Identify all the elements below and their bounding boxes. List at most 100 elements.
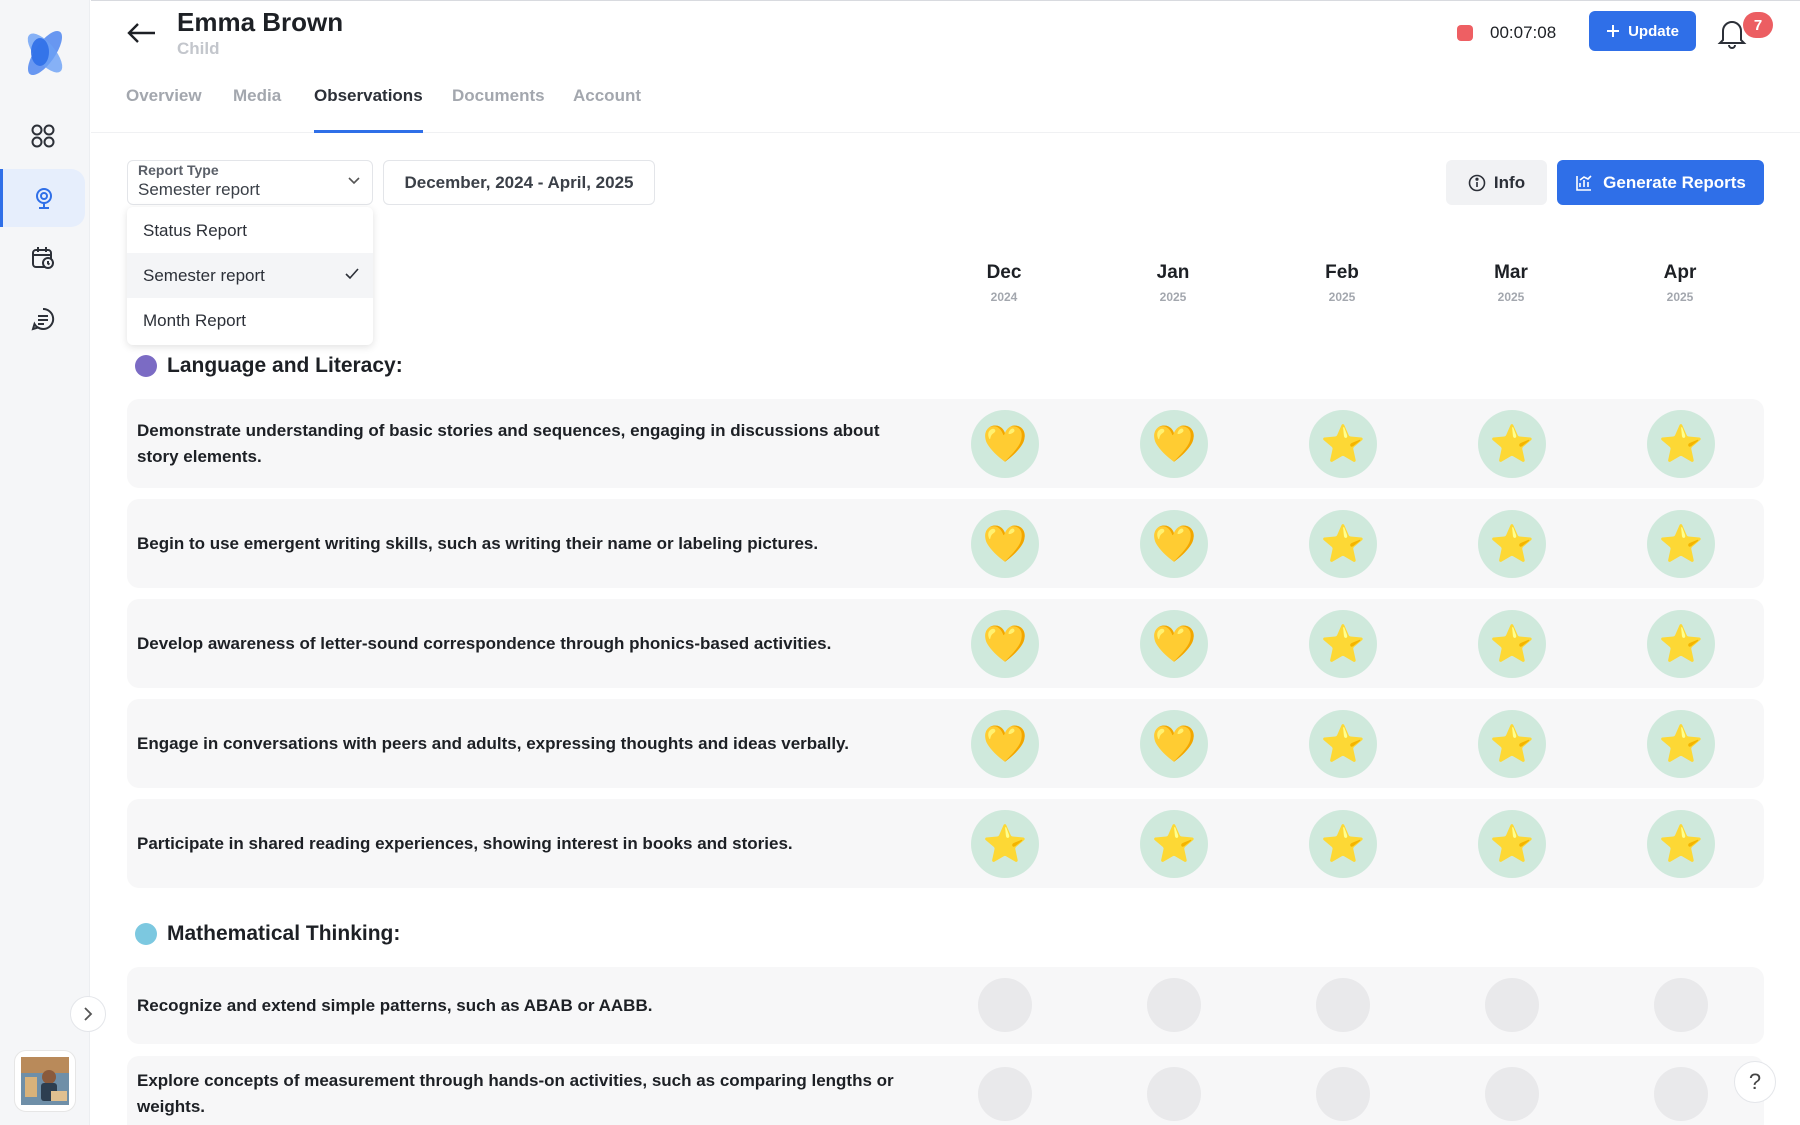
- info-button-label: Info: [1493, 172, 1526, 192]
- generate-reports-button[interactable]: Generate Reports: [1557, 160, 1764, 205]
- sidebar-item-calendar[interactable]: [0, 229, 85, 287]
- plus-icon: [1607, 25, 1620, 37]
- rating-star-icon[interactable]: ⭐: [1309, 610, 1377, 678]
- date-range-picker[interactable]: December, 2024 - April, 2025: [383, 160, 655, 205]
- rating-heart-icon[interactable]: 💛: [971, 610, 1039, 678]
- rating-star-icon[interactable]: ⭐: [1647, 710, 1715, 778]
- rating-empty-slot[interactable]: [1316, 978, 1370, 1032]
- rating-star-icon[interactable]: ⭐: [1478, 410, 1546, 478]
- rating-empty-slot[interactable]: [1485, 978, 1539, 1032]
- section-color-dot: [135, 355, 157, 377]
- month-header: Apr 2025: [1630, 262, 1730, 304]
- app-logo[interactable]: [16, 24, 74, 82]
- top-bar: Emma Brown Child 00:07:08 Update 7: [91, 0, 1800, 66]
- rating-heart-icon[interactable]: 💛: [971, 710, 1039, 778]
- chevron-right-icon: [84, 1007, 93, 1021]
- rating-star-icon[interactable]: ⭐: [1309, 410, 1377, 478]
- dropdown-option-month-report[interactable]: Month Report: [127, 298, 373, 343]
- dashboard-icon: [31, 124, 54, 148]
- tab-media[interactable]: Media: [233, 86, 281, 130]
- sidebar-item-messages[interactable]: [0, 290, 85, 348]
- rating-star-icon[interactable]: ⭐: [1647, 510, 1715, 578]
- report-type-dropdown: Status Report Semester report Month Repo…: [127, 207, 373, 345]
- rating-star-icon[interactable]: ⭐: [1478, 610, 1546, 678]
- tab-account[interactable]: Account: [573, 86, 641, 130]
- rating-star-icon[interactable]: ⭐: [971, 810, 1039, 878]
- observation-text: Develop awareness of letter-sound corres…: [137, 634, 832, 653]
- dropdown-option-label: Month Report: [143, 310, 246, 330]
- month-year: 2025: [1666, 290, 1694, 304]
- section-title-text: Language and Literacy:: [167, 354, 403, 377]
- rating-empty-slot[interactable]: [1654, 978, 1708, 1032]
- month-name: Apr: [1663, 262, 1697, 283]
- rating-star-icon[interactable]: ⭐: [1309, 710, 1377, 778]
- rating-star-icon[interactable]: ⭐: [1478, 510, 1546, 578]
- update-button[interactable]: Update: [1589, 11, 1696, 51]
- rating-star-icon[interactable]: ⭐: [1647, 810, 1715, 878]
- sidebar-item-observations[interactable]: [0, 169, 85, 227]
- observation-text: Begin to use emergent writing skills, su…: [137, 534, 819, 553]
- dropdown-option-status-report[interactable]: Status Report: [127, 208, 373, 253]
- rating-empty-slot[interactable]: [1485, 1067, 1539, 1121]
- month-name: Feb: [1325, 262, 1359, 283]
- recording-indicator-icon[interactable]: [1457, 25, 1473, 41]
- rating-heart-icon[interactable]: 💛: [1140, 710, 1208, 778]
- user-avatar[interactable]: [14, 1050, 76, 1112]
- observation-row: Develop awareness of letter-sound corres…: [127, 599, 1764, 688]
- rating-empty-slot[interactable]: [1654, 1067, 1708, 1121]
- generate-reports-label: Generate Reports: [1603, 172, 1746, 192]
- tab-documents[interactable]: Documents: [452, 86, 545, 130]
- rating-star-icon[interactable]: ⭐: [1647, 410, 1715, 478]
- observation-text: Demonstrate understanding of basic stori…: [137, 421, 880, 466]
- month-year: 2025: [1159, 290, 1187, 304]
- observation-row: Demonstrate understanding of basic stori…: [127, 399, 1764, 488]
- session-timer: 00:07:08: [1490, 23, 1557, 42]
- rating-star-icon[interactable]: ⭐: [1309, 510, 1377, 578]
- month-header: Dec 2024: [954, 262, 1054, 304]
- rating-empty-slot[interactable]: [1147, 978, 1201, 1032]
- tab-overview[interactable]: Overview: [126, 86, 202, 130]
- report-type-select[interactable]: Report Type Semester report: [127, 160, 373, 205]
- month-header: Feb 2025: [1292, 262, 1392, 304]
- rating-star-icon[interactable]: ⭐: [1478, 810, 1546, 878]
- dropdown-option-semester-report[interactable]: Semester report: [127, 253, 373, 298]
- month-header: Jan 2025: [1123, 262, 1223, 304]
- sidebar: [0, 0, 106, 1125]
- info-button[interactable]: Info: [1446, 160, 1547, 205]
- chevron-down-icon: [348, 177, 360, 185]
- rating-empty-slot[interactable]: [978, 978, 1032, 1032]
- observation-text: Recognize and extend simple patterns, su…: [137, 996, 653, 1015]
- section-title-language: Language and Literacy:: [135, 354, 403, 378]
- rating-empty-slot[interactable]: [1147, 1067, 1201, 1121]
- rating-star-icon[interactable]: ⭐: [1140, 810, 1208, 878]
- rating-heart-icon[interactable]: 💛: [1140, 610, 1208, 678]
- help-button[interactable]: ?: [1734, 1061, 1776, 1103]
- arrow-left-icon: [127, 23, 155, 43]
- rating-heart-icon[interactable]: 💛: [1140, 410, 1208, 478]
- section-color-dot: [135, 923, 157, 945]
- rating-heart-icon[interactable]: 💛: [971, 410, 1039, 478]
- report-type-label: Report Type: [138, 162, 219, 178]
- observation-row: Engage in conversations with peers and a…: [127, 699, 1764, 788]
- sidebar-item-dashboard[interactable]: [0, 107, 85, 165]
- check-icon: [345, 268, 359, 280]
- observation-row: Participate in shared reading experience…: [127, 799, 1764, 888]
- section-title-math: Mathematical Thinking:: [135, 922, 400, 946]
- tab-observations[interactable]: Observations: [314, 86, 423, 133]
- rating-star-icon[interactable]: ⭐: [1647, 610, 1715, 678]
- rating-heart-icon[interactable]: 💛: [1140, 510, 1208, 578]
- observation-row: Explore concepts of measurement through …: [127, 1056, 1764, 1125]
- observation-text: Explore concepts of measurement through …: [137, 1071, 894, 1116]
- rating-empty-slot[interactable]: [978, 1067, 1032, 1121]
- back-button[interactable]: [125, 18, 159, 48]
- rating-heart-icon[interactable]: 💛: [971, 510, 1039, 578]
- observation-text: Participate in shared reading experience…: [137, 834, 793, 853]
- sidebar-expand-button[interactable]: [70, 996, 106, 1032]
- rating-empty-slot[interactable]: [1316, 1067, 1370, 1121]
- info-icon: [1468, 174, 1486, 191]
- rating-star-icon[interactable]: ⭐: [1309, 810, 1377, 878]
- rating-star-icon[interactable]: ⭐: [1478, 710, 1546, 778]
- messages-icon: [31, 307, 54, 331]
- child-name: Emma Brown: [177, 7, 344, 37]
- month-name: Dec: [986, 262, 1022, 283]
